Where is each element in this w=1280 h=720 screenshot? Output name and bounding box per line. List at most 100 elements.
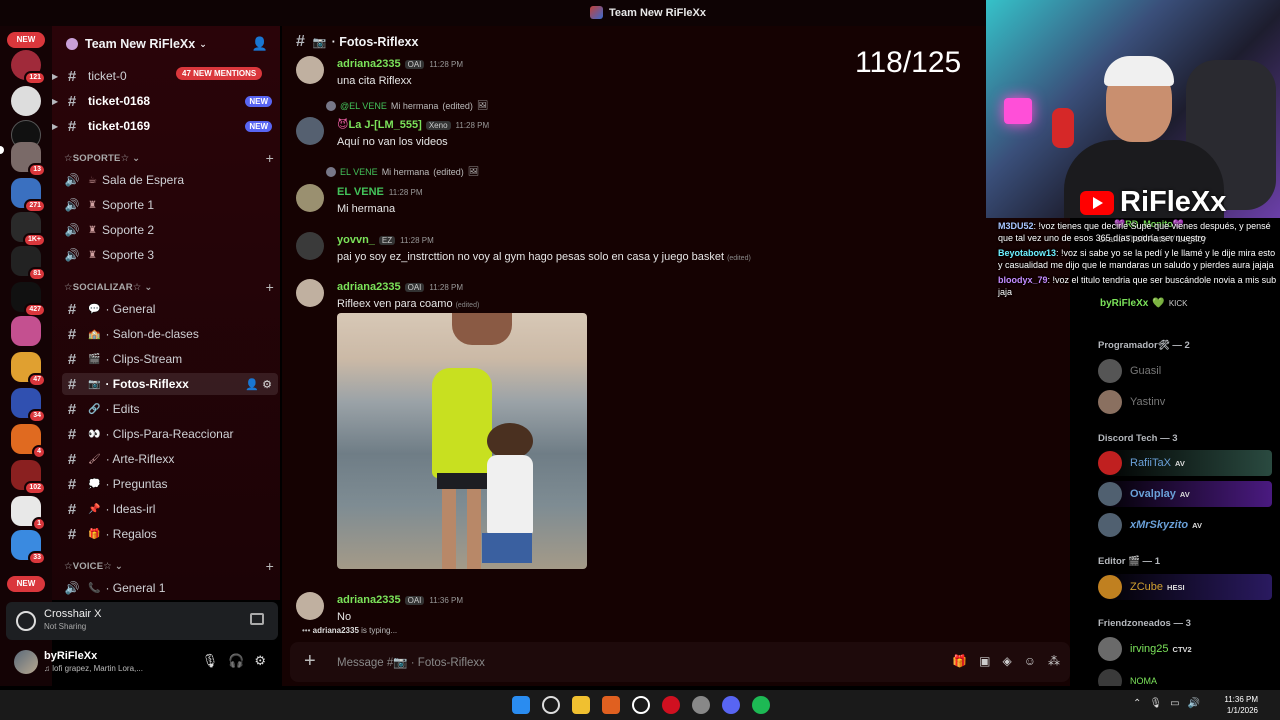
- voice-channel[interactable]: 🔊 ♜ Soporte 1: [62, 194, 278, 216]
- server-header[interactable]: Team New RiFleXx ⌄ 👤: [52, 26, 280, 62]
- plus-icon[interactable]: +: [266, 150, 274, 166]
- category-soporte[interactable]: ☆SOPORTE☆ ⌄ +: [64, 150, 274, 169]
- avatar[interactable]: [296, 117, 324, 145]
- text-channel-selected[interactable]: # 📷 · Fotos-Riflexx 👤 ⚙: [62, 373, 278, 395]
- server-icon[interactable]: 33: [11, 530, 46, 565]
- member-item[interactable]: xMrSkyzito AV: [1098, 512, 1272, 538]
- reply-preview[interactable]: EL VENE Mi hermana (edited) 🖼: [326, 166, 479, 177]
- new-mentions-pill[interactable]: 47 NEW MENTIONS: [176, 67, 263, 80]
- server-icon[interactable]: [11, 86, 41, 116]
- server-icon[interactable]: 47: [11, 352, 46, 387]
- app-icon[interactable]: [602, 696, 620, 714]
- invite-icon[interactable]: 👤: [252, 36, 268, 52]
- plus-icon[interactable]: +: [266, 279, 274, 295]
- new-pill[interactable]: NEW: [7, 32, 45, 48]
- text-channel[interactable]: # 🖌 · Arte-Riflexx: [62, 448, 278, 470]
- message-composer[interactable]: + Message #📷 · Fotos-Riflexx 🎁 ▣ ◈ ☺ ⁂: [290, 642, 1070, 682]
- opera-icon[interactable]: [662, 696, 680, 714]
- sticker-icon[interactable]: ◈: [1003, 654, 1012, 668]
- server-icon[interactable]: 102: [11, 460, 46, 495]
- screen-share-icon[interactable]: [250, 613, 264, 625]
- member-item[interactable]: NOMA: [1098, 668, 1272, 686]
- message[interactable]: adriana2335 OAI 11:28 PM Rifleex ven para …: [296, 277, 1056, 310]
- chevron-up-icon[interactable]: ⌃: [1133, 698, 1141, 709]
- category-socializar[interactable]: ☆SOCIALIZAR☆ ⌄ +: [64, 279, 274, 298]
- server-icon[interactable]: 1: [11, 496, 46, 531]
- microphone-icon[interactable]: 🎙: [1149, 698, 1162, 709]
- text-channel[interactable]: # 🔗 · Edits: [62, 398, 278, 420]
- file-explorer-icon[interactable]: [572, 696, 590, 714]
- taskbar-clock[interactable]: 11:36 PM 1/1/2026: [1224, 694, 1258, 716]
- avatar[interactable]: [296, 56, 324, 84]
- text-channel[interactable]: # 💬 · General: [62, 298, 278, 320]
- microphone-icon[interactable]: 🎙: [202, 653, 219, 669]
- member-item[interactable]: Yastinv: [1098, 389, 1272, 415]
- voice-channel[interactable]: 🔊 ♜ Soporte 3: [62, 244, 278, 266]
- avatar[interactable]: [296, 184, 324, 212]
- text-channel[interactable]: # 👀 · Clips-Para-Reaccionar: [62, 423, 278, 445]
- text-channel[interactable]: # 📌 · Ideas-irl: [62, 498, 278, 520]
- avatar[interactable]: [296, 279, 324, 307]
- activity-panel[interactable]: Crosshair X Not Sharing: [6, 602, 278, 640]
- message[interactable]: yovvn_ EZ 11:28 PM pai yo soy ez_instrctti…: [296, 230, 1056, 263]
- text-channel[interactable]: # 🎬 · Clips-Stream: [62, 348, 278, 370]
- server-icon[interactable]: 4: [11, 424, 46, 459]
- text-channel[interactable]: # 💭 · Preguntas: [62, 473, 278, 495]
- photo-detail: [467, 489, 481, 569]
- search-icon[interactable]: [542, 696, 560, 714]
- member-item[interactable]: ZCube HESI: [1098, 574, 1272, 600]
- server-icon[interactable]: 121: [11, 50, 46, 85]
- windows-start-icon[interactable]: [512, 696, 530, 714]
- volume-icon[interactable]: 🔊: [1188, 698, 1200, 709]
- server-icon[interactable]: 1K+: [11, 212, 46, 247]
- category-voice[interactable]: ☆VOICE☆ ⌄ +: [64, 558, 274, 577]
- server-icon[interactable]: 427: [11, 282, 46, 317]
- message[interactable]: adriana2335 OAI 11:36 PM No: [296, 590, 1056, 623]
- discord-icon[interactable]: [722, 696, 740, 714]
- voice-channel[interactable]: 🔊 ☕ Sala de Espera: [62, 169, 278, 191]
- message-input[interactable]: Message #📷 · Fotos-Riflexx: [337, 655, 485, 669]
- avatar[interactable]: [296, 592, 324, 620]
- text-channel[interactable]: # 🎁 · Regalos: [62, 523, 278, 545]
- clapper-icon: 🎬: [88, 353, 101, 365]
- spotify-icon[interactable]: [752, 696, 770, 714]
- avatar[interactable]: [296, 232, 324, 260]
- plus-icon[interactable]: +: [266, 558, 274, 574]
- channel-ticket[interactable]: ▶ # ticket-0169 NEW: [52, 115, 278, 137]
- add-attachment-icon[interactable]: +: [304, 650, 316, 673]
- app-icon[interactable]: [692, 696, 710, 714]
- apps-icon[interactable]: ⁂: [1048, 654, 1060, 668]
- gear-icon[interactable]: ⚙: [262, 379, 272, 391]
- avatar[interactable]: [14, 650, 38, 674]
- server-icon[interactable]: 13: [11, 142, 46, 177]
- member-item[interactable]: irving25 CTV2: [1098, 636, 1272, 662]
- new-pill[interactable]: NEW: [7, 576, 45, 592]
- hash-icon: #: [67, 525, 77, 543]
- reply-preview[interactable]: @EL VENE Mi hermana (edited) 🖼: [326, 100, 488, 111]
- gif-icon[interactable]: ▣: [979, 654, 990, 668]
- voice-channel[interactable]: 🔊 ♜ Soporte 2: [62, 219, 278, 241]
- server-icon[interactable]: 81: [11, 246, 46, 281]
- monitor-icon[interactable]: ▭: [1170, 698, 1179, 709]
- photo-attachment[interactable]: [337, 313, 587, 569]
- server-icon[interactable]: 271: [11, 178, 46, 213]
- member-item[interactable]: Guasil: [1098, 358, 1272, 384]
- message[interactable]: EL VENE 11:28 PM Mi hermana: [296, 182, 1056, 215]
- voice-channel[interactable]: 🔊 📞 · General 1: [62, 577, 278, 599]
- text-channel[interactable]: # 🏫 · Salon-de-clases: [62, 323, 278, 345]
- heart-icon: 💚: [1152, 298, 1165, 309]
- headphones-icon[interactable]: 🎧: [228, 653, 244, 669]
- member-item[interactable]: RafiiTaX AV: [1098, 450, 1272, 476]
- channel-ticket[interactable]: ▶ # ticket-0168 NEW: [52, 90, 278, 112]
- message[interactable]: 😈La J-[LM_555] Xeno 11:28 PM Aquí no van l…: [296, 115, 1056, 148]
- add-member-icon[interactable]: 👤: [245, 379, 259, 391]
- gear-icon[interactable]: ⚙: [254, 653, 266, 669]
- member-item[interactable]: Ovalplay AV: [1098, 481, 1272, 507]
- server-icon[interactable]: [11, 316, 41, 346]
- emoji-icon[interactable]: ☺: [1024, 654, 1036, 668]
- gift-icon[interactable]: 🎁: [952, 654, 967, 668]
- member-byriflexx[interactable]: byRiFleXx 💚 KICK: [1100, 298, 1187, 309]
- app-icon[interactable]: [632, 696, 650, 714]
- server-icon[interactable]: 34: [11, 388, 46, 423]
- message[interactable]: adriana2335 OAI 11:28 PM una cita Riflexx: [296, 54, 1056, 87]
